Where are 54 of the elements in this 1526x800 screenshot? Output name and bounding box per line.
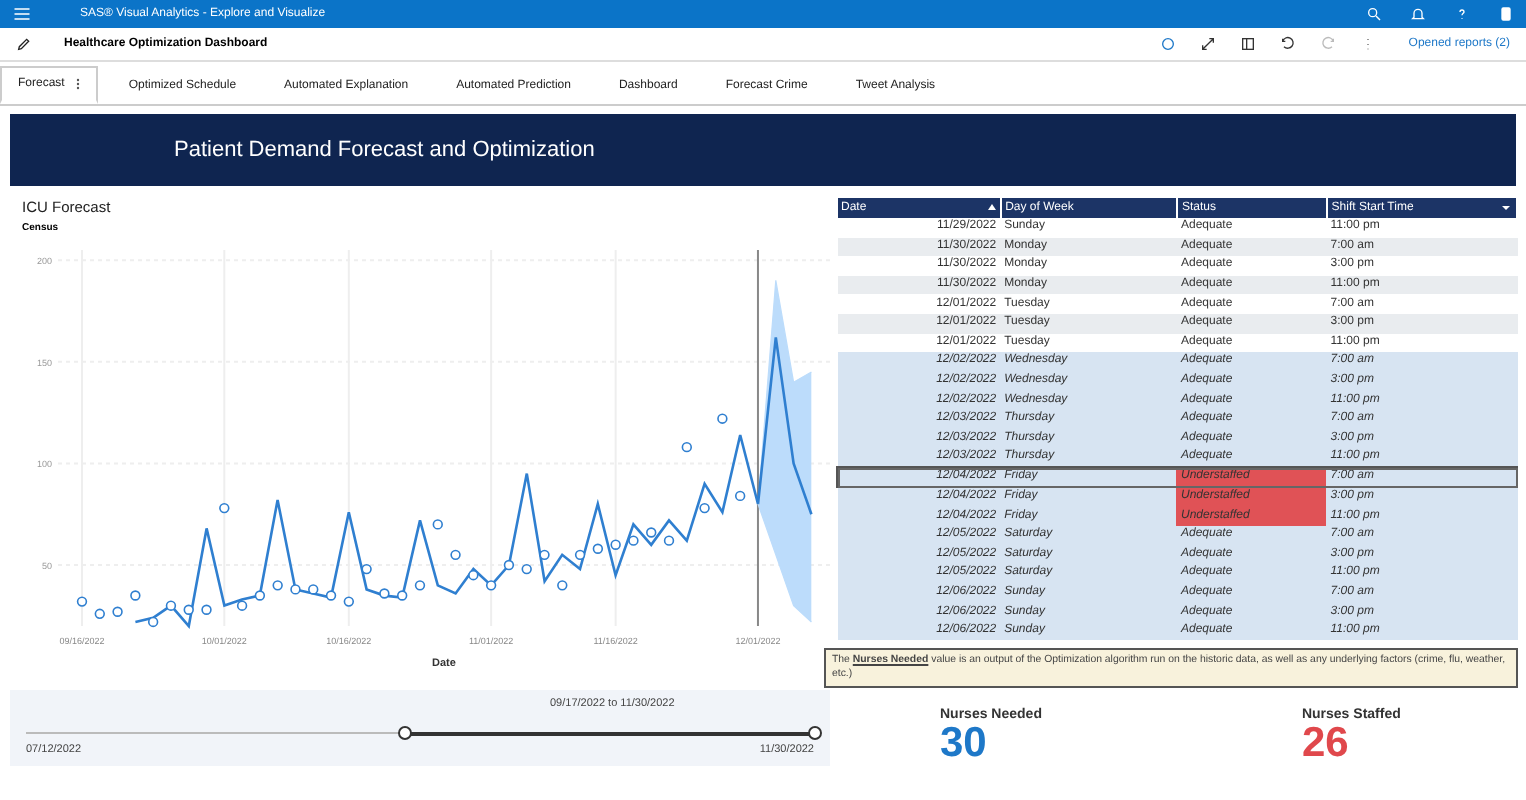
- data-point: [112, 606, 123, 617]
- data-point: [681, 441, 692, 453]
- data-point: [521, 563, 532, 575]
- data-point: [379, 588, 390, 599]
- data-point: [557, 580, 568, 591]
- slider-handle[interactable]: [397, 726, 412, 740]
- bell-icon[interactable]: [1410, 6, 1426, 22]
- data-point: [76, 596, 88, 607]
- data-point: [361, 563, 372, 575]
- data-point: [432, 519, 443, 530]
- data-point: [397, 590, 408, 601]
- data-point: [734, 490, 746, 502]
- data-point: [468, 570, 479, 581]
- banner-title: Patient Demand Forecast and Optimization: [174, 138, 595, 162]
- data-point: [574, 549, 586, 561]
- data-point: [610, 539, 621, 550]
- data-point: [485, 580, 497, 591]
- data-point: [201, 604, 212, 615]
- data-point: [165, 600, 177, 611]
- help-icon[interactable]: [1454, 6, 1470, 22]
- slider-handle[interactable]: [807, 726, 821, 740]
- band-edge-line: [757, 503, 812, 623]
- expand-icon[interactable]: [1200, 36, 1217, 52]
- data-point: [325, 590, 337, 601]
- data-point: [290, 584, 301, 595]
- data-point: [147, 616, 159, 628]
- undo-icon[interactable]: [1280, 36, 1297, 52]
- data-point: [219, 502, 230, 514]
- data-point: [628, 535, 639, 546]
- data-point: [414, 580, 426, 591]
- search-icon[interactable]: [1366, 6, 1382, 22]
- data-point: [130, 590, 141, 601]
- data-point: [272, 580, 283, 591]
- data-point: [343, 596, 355, 607]
- menu-icon[interactable]: [12, 4, 32, 24]
- caret-icon[interactable]: [1502, 204, 1510, 212]
- data-point: [254, 590, 266, 601]
- data-point: [717, 413, 728, 424]
- data-point: [450, 549, 461, 561]
- data-point: [539, 549, 550, 561]
- pencil-icon[interactable]: [16, 36, 32, 52]
- data-point: [663, 535, 675, 546]
- kpi-value: 26: [1301, 722, 1351, 767]
- data-point: [308, 584, 319, 595]
- data-point: [183, 604, 194, 615]
- data-point: [503, 559, 515, 571]
- data-point: [94, 608, 105, 619]
- kpi-value: 30: [940, 722, 989, 767]
- panel-icon[interactable]: [1240, 36, 1257, 52]
- more-icon[interactable]: [76, 78, 81, 90]
- data-point: [699, 502, 710, 514]
- data-point: [646, 527, 657, 538]
- data-point: [236, 600, 248, 611]
- data-point: [592, 543, 604, 554]
